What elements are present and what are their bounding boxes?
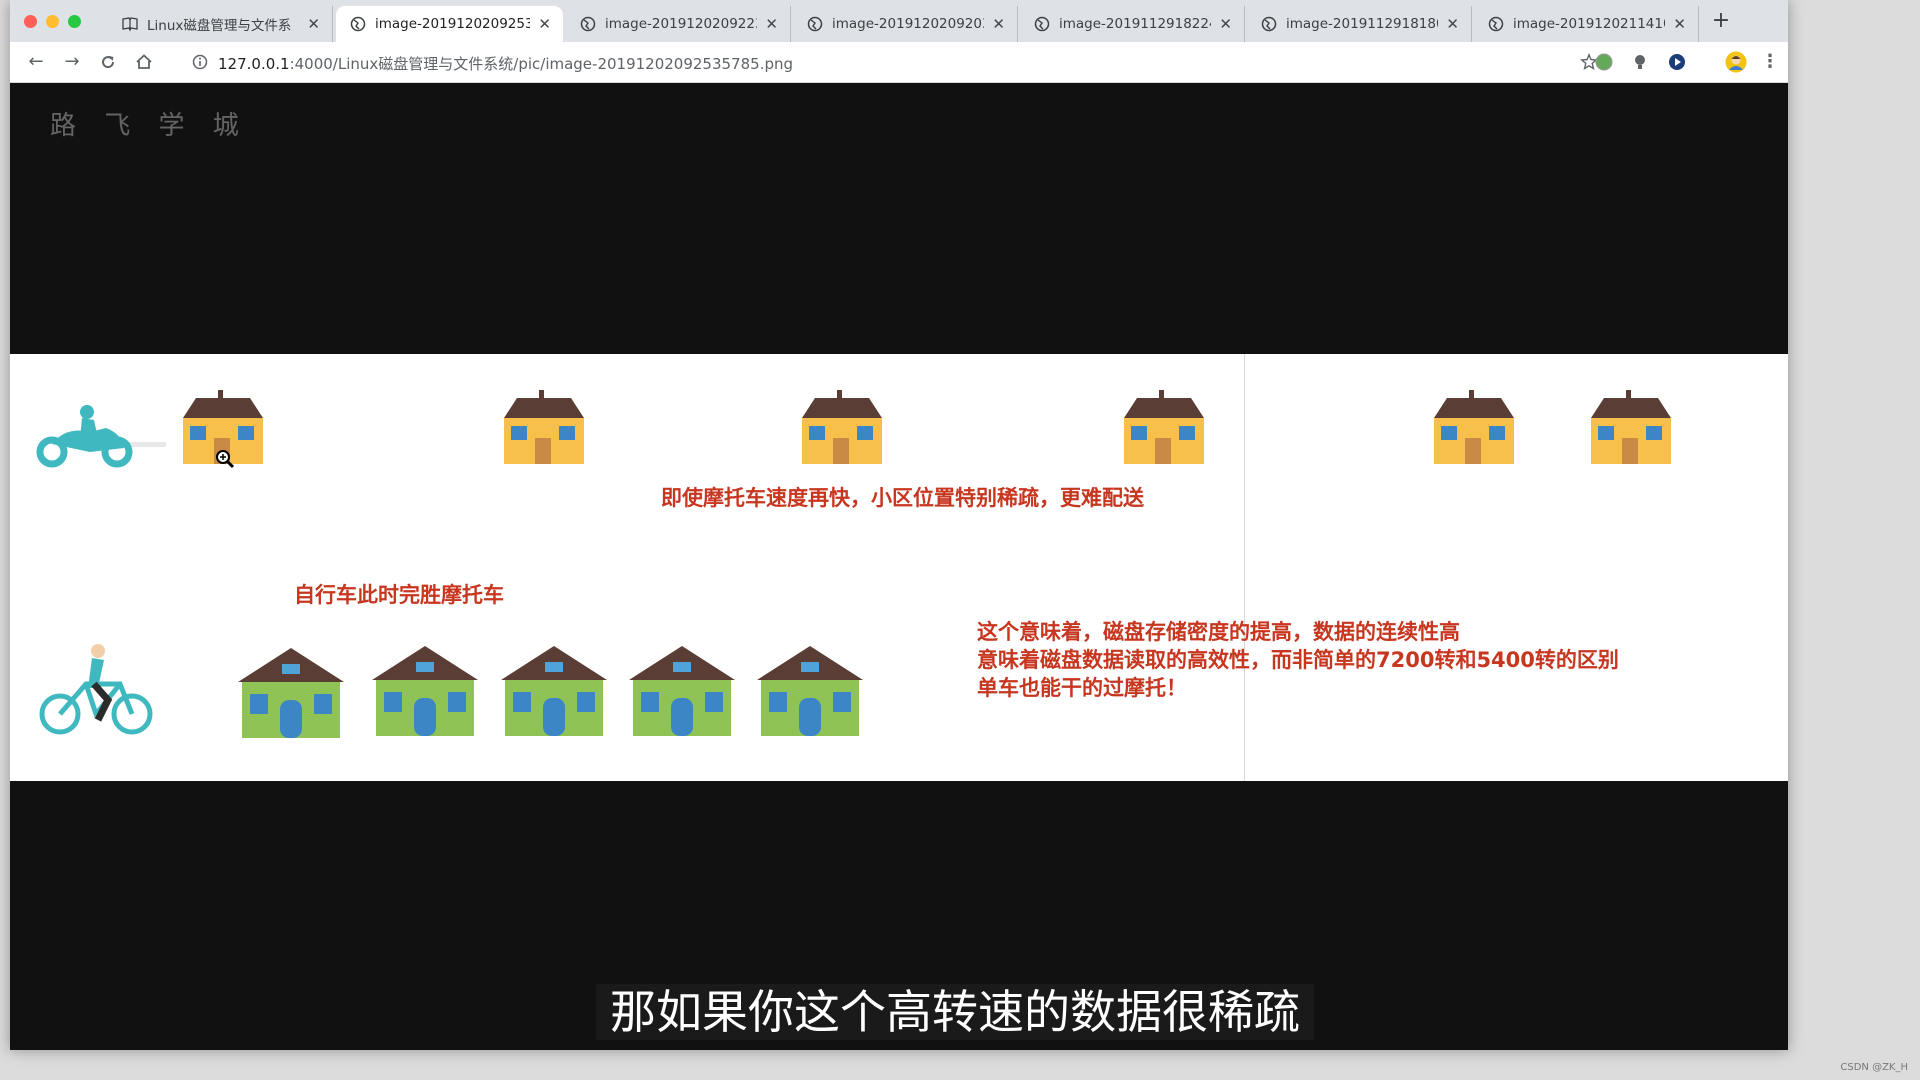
back-button[interactable]: ← [24, 50, 48, 74]
tab-4[interactable]: image-20191129182249 ✕ [1020, 6, 1245, 42]
csdn-credit: CSDN @ZK_H [1840, 1062, 1908, 1073]
caption-line: 意味着磁盘数据读取的高效性，而非简单的7200转和5400转的区别 [977, 648, 1619, 672]
tab-title: image-20191202092231 [605, 16, 758, 32]
browser-window: Linux磁盘管理与文件系 ✕ image-20191202092535 ✕ i… [10, 0, 1788, 1050]
close-window-button[interactable] [24, 15, 37, 28]
reload-button[interactable] [96, 50, 120, 74]
green-house-icon [629, 646, 735, 736]
watermark: 路 飞 学 城 [50, 111, 249, 141]
tab-6[interactable]: image-20191202114100 ✕ [1474, 6, 1699, 42]
motorcycle-icon [36, 405, 166, 468]
home-button[interactable] [132, 50, 156, 74]
green-house-icon [757, 646, 863, 736]
tab-3[interactable]: image-20191202092035 ✕ [793, 6, 1018, 42]
address-bar[interactable]: 127.0.0.1:4000/Linux磁盘管理与文件系统/pic/image-… [178, 46, 1598, 78]
yellow-house-icon [504, 390, 584, 464]
profile-avatar[interactable] [1725, 51, 1747, 73]
browser-toolbar: ← → 127.0.0.1:4000/Linux磁盘管理与文件系统/pic/im… [10, 42, 1788, 83]
image-viewport: 路 飞 学 城 即使摩托车速度再快，小区位置特别稀疏，更难配送 自行车此时完胜摩… [10, 83, 1788, 1050]
tab-close-icon[interactable]: ✕ [1219, 15, 1232, 33]
zoom-window-button[interactable] [68, 15, 81, 28]
green-house-icon [238, 648, 344, 738]
tab-0[interactable]: Linux磁盘管理与文件系 ✕ [108, 6, 333, 42]
video-subtitle: 那如果你这个高转速的数据很稀疏 [596, 984, 1314, 1040]
slide-divider [1244, 354, 1245, 781]
yellow-house-icon [1124, 390, 1204, 464]
yellow-house-icon [1591, 390, 1671, 464]
tab-title: image-20191202092535 [375, 16, 531, 32]
globe-icon [807, 16, 823, 32]
tab-strip: Linux磁盘管理与文件系 ✕ image-20191202092535 ✕ i… [10, 0, 1788, 42]
extension-blue-icon[interactable] [1667, 52, 1687, 72]
globe-icon [1261, 16, 1277, 32]
globe-icon [350, 16, 366, 32]
book-icon [122, 17, 138, 32]
tab-title: image-20191202092035 [832, 16, 985, 32]
tab-5[interactable]: image-20191129181808 ✕ [1247, 6, 1472, 42]
caption-line: 这个意味着，磁盘存储密度的提高，数据的连续性高 [977, 620, 1460, 644]
url-text: 127.0.0.1:4000/Linux磁盘管理与文件系统/pic/image-… [218, 53, 793, 74]
bicycle-icon [39, 644, 153, 735]
tab-1[interactable]: image-20191202092535 ✕ [336, 6, 563, 42]
caption-line: 单车也能干的过摩托！ [977, 676, 1187, 700]
green-house-icon [501, 646, 607, 736]
forward-button[interactable]: → [60, 50, 84, 74]
new-tab-button[interactable]: + [1708, 8, 1734, 34]
tab-close-icon[interactable]: ✕ [765, 15, 778, 33]
tab-title: image-20191129182249 [1059, 16, 1212, 32]
tab-close-icon[interactable]: ✕ [1446, 15, 1459, 33]
tab-title: image-20191202114100 [1513, 16, 1666, 32]
tab-2[interactable]: image-20191202092231 ✕ [566, 6, 791, 42]
reload-icon [102, 56, 115, 69]
lecture-slide: 即使摩托车速度再快，小区位置特别稀疏，更难配送 自行车此时完胜摩托车 这个意味着… [10, 354, 1788, 781]
menu-button[interactable]: ⋮ [1758, 50, 1782, 74]
tab-title: image-20191129181808 [1286, 16, 1439, 32]
globe-icon [1034, 16, 1050, 32]
extension-green-icon[interactable] [1594, 52, 1614, 72]
lightbulb-icon[interactable] [1630, 52, 1650, 72]
home-icon [136, 54, 152, 69]
tab-close-icon[interactable]: ✕ [307, 15, 320, 33]
globe-icon [580, 16, 596, 32]
globe-icon [1488, 16, 1504, 32]
minimize-window-button[interactable] [46, 15, 59, 28]
info-icon[interactable] [192, 54, 208, 70]
green-house-icon [372, 646, 478, 736]
yellow-house-icon [802, 390, 882, 464]
yellow-house-icon [1434, 390, 1514, 464]
tab-title: Linux磁盘管理与文件系 [147, 18, 292, 34]
tab-close-icon[interactable]: ✕ [992, 15, 1005, 33]
caption-bicycle: 自行车此时完胜摩托车 [294, 583, 504, 607]
magnifier-cursor-icon [216, 450, 235, 469]
url-host: 127.0.0.1 [218, 55, 290, 73]
tab-close-icon[interactable]: ✕ [538, 15, 551, 33]
url-path: :4000/Linux磁盘管理与文件系统/pic/image-201912020… [289, 55, 794, 73]
caption-motorcycle: 即使摩托车速度再快，小区位置特别稀疏，更难配送 [661, 486, 1144, 510]
caption-explanation: 这个意味着，磁盘存储密度的提高，数据的连续性高 意味着磁盘数据读取的高效性，而非… [977, 616, 1619, 700]
tab-close-icon[interactable]: ✕ [1673, 15, 1686, 33]
